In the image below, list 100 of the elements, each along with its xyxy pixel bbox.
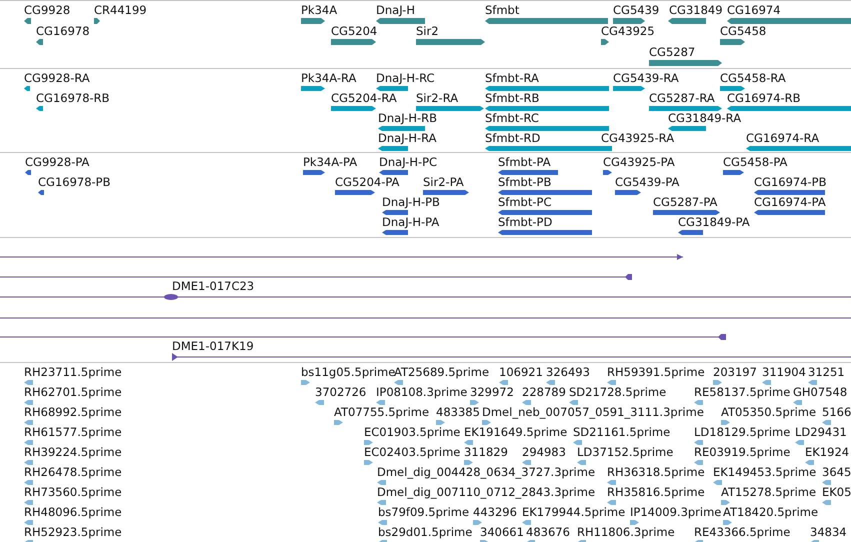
est-marker[interactable] bbox=[546, 380, 555, 385]
est-marker[interactable] bbox=[377, 480, 386, 485]
feature-label: CG5458-PA bbox=[723, 156, 788, 169]
gene-bar[interactable] bbox=[376, 18, 425, 24]
est-marker[interactable] bbox=[24, 460, 33, 465]
est-marker[interactable] bbox=[394, 380, 403, 385]
est-marker[interactable] bbox=[470, 400, 479, 405]
protein-bar[interactable] bbox=[498, 210, 592, 215]
est-marker[interactable] bbox=[762, 380, 771, 385]
feature-label: 3645 bbox=[822, 466, 851, 479]
est-marker[interactable] bbox=[301, 380, 310, 385]
est-marker[interactable] bbox=[793, 400, 802, 405]
est-marker[interactable] bbox=[573, 440, 582, 445]
gene-bar[interactable] bbox=[668, 18, 706, 24]
est-marker[interactable] bbox=[694, 440, 703, 445]
protein-bar[interactable] bbox=[382, 230, 408, 235]
est-marker[interactable] bbox=[630, 520, 639, 525]
est-marker[interactable] bbox=[522, 400, 531, 405]
protein-bar[interactable] bbox=[498, 170, 558, 175]
transcript-bar[interactable] bbox=[331, 106, 376, 111]
protein-bar[interactable] bbox=[423, 190, 469, 195]
est-marker[interactable] bbox=[24, 480, 33, 485]
est-marker[interactable] bbox=[436, 420, 445, 425]
gene-bar[interactable] bbox=[331, 39, 376, 45]
est-marker[interactable] bbox=[577, 460, 586, 465]
transcript-bar[interactable] bbox=[378, 146, 408, 151]
transcript-bar[interactable] bbox=[24, 86, 30, 91]
est-marker[interactable] bbox=[721, 420, 730, 425]
transcript-bar[interactable] bbox=[720, 86, 745, 91]
gene-bar[interactable] bbox=[94, 18, 100, 24]
est-marker[interactable] bbox=[24, 440, 33, 445]
est-marker[interactable] bbox=[499, 380, 508, 385]
protein-bar[interactable] bbox=[25, 170, 31, 175]
protein-bar[interactable] bbox=[38, 190, 44, 195]
transcript-bar[interactable] bbox=[301, 86, 325, 91]
gene-bar[interactable] bbox=[720, 39, 745, 45]
gene-bar[interactable] bbox=[416, 39, 485, 45]
est-marker[interactable] bbox=[723, 520, 732, 525]
transcript-bar[interactable] bbox=[378, 126, 425, 131]
est-marker[interactable] bbox=[522, 460, 531, 465]
protein-bar[interactable] bbox=[754, 190, 825, 195]
est-marker[interactable] bbox=[607, 380, 616, 385]
est-marker[interactable] bbox=[464, 440, 473, 445]
gene-bar[interactable] bbox=[613, 18, 645, 24]
protein-bar[interactable] bbox=[382, 210, 408, 215]
est-marker[interactable] bbox=[377, 500, 386, 505]
transcript-bar[interactable] bbox=[613, 86, 645, 91]
protein-bar[interactable] bbox=[303, 170, 325, 175]
est-marker[interactable] bbox=[607, 480, 616, 485]
est-marker[interactable] bbox=[822, 420, 831, 425]
protein-bar[interactable] bbox=[653, 210, 720, 215]
est-marker[interactable] bbox=[364, 460, 373, 465]
est-marker[interactable] bbox=[805, 460, 814, 465]
est-marker[interactable] bbox=[473, 520, 482, 525]
est-marker[interactable] bbox=[713, 480, 722, 485]
protein-bar[interactable] bbox=[335, 190, 375, 195]
est-marker[interactable] bbox=[522, 520, 531, 525]
est-marker[interactable] bbox=[24, 520, 33, 525]
protein-bar[interactable] bbox=[615, 190, 641, 195]
est-marker[interactable] bbox=[24, 400, 33, 405]
protein-bar[interactable] bbox=[723, 170, 744, 175]
transcript-bar[interactable] bbox=[376, 86, 408, 91]
transcript-bar[interactable] bbox=[668, 126, 706, 131]
transcript-bar[interactable] bbox=[746, 146, 851, 151]
est-marker[interactable] bbox=[24, 500, 33, 505]
est-marker[interactable] bbox=[334, 420, 343, 425]
est-marker[interactable] bbox=[464, 460, 473, 465]
est-marker[interactable] bbox=[482, 420, 491, 425]
feature-label: DnaJ-H-RA bbox=[378, 132, 437, 145]
est-marker[interactable] bbox=[24, 420, 33, 425]
est-marker[interactable] bbox=[694, 400, 703, 405]
est-marker[interactable] bbox=[822, 500, 831, 505]
gene-bar[interactable] bbox=[24, 18, 31, 24]
gene-bar[interactable] bbox=[301, 18, 325, 24]
gene-bar[interactable] bbox=[649, 60, 722, 66]
transcript-bar[interactable] bbox=[649, 106, 722, 111]
est-marker[interactable] bbox=[569, 400, 578, 405]
protein-bar[interactable] bbox=[498, 230, 592, 235]
est-marker[interactable] bbox=[808, 380, 817, 385]
protein-bar[interactable] bbox=[379, 170, 408, 175]
est-marker[interactable] bbox=[24, 380, 33, 385]
est-marker[interactable] bbox=[376, 400, 385, 405]
est-marker[interactable] bbox=[822, 480, 831, 485]
est-marker[interactable] bbox=[315, 400, 324, 405]
est-marker[interactable] bbox=[721, 500, 730, 505]
est-marker[interactable] bbox=[378, 520, 387, 525]
protein-bar[interactable] bbox=[498, 190, 592, 195]
gene-bar[interactable] bbox=[36, 39, 43, 45]
protein-bar[interactable] bbox=[603, 170, 612, 175]
est-marker[interactable] bbox=[713, 380, 722, 385]
transcript-bar[interactable] bbox=[36, 106, 43, 111]
est-marker[interactable] bbox=[607, 500, 616, 505]
est-marker[interactable] bbox=[364, 440, 373, 445]
protein-bar[interactable] bbox=[754, 210, 825, 215]
gene-bar[interactable] bbox=[601, 39, 609, 45]
feature-label: CG16974-PB bbox=[754, 176, 826, 189]
protein-bar[interactable] bbox=[678, 230, 703, 235]
est-marker[interactable] bbox=[694, 460, 703, 465]
transcript-bar[interactable] bbox=[416, 106, 484, 111]
est-marker[interactable] bbox=[795, 440, 804, 445]
